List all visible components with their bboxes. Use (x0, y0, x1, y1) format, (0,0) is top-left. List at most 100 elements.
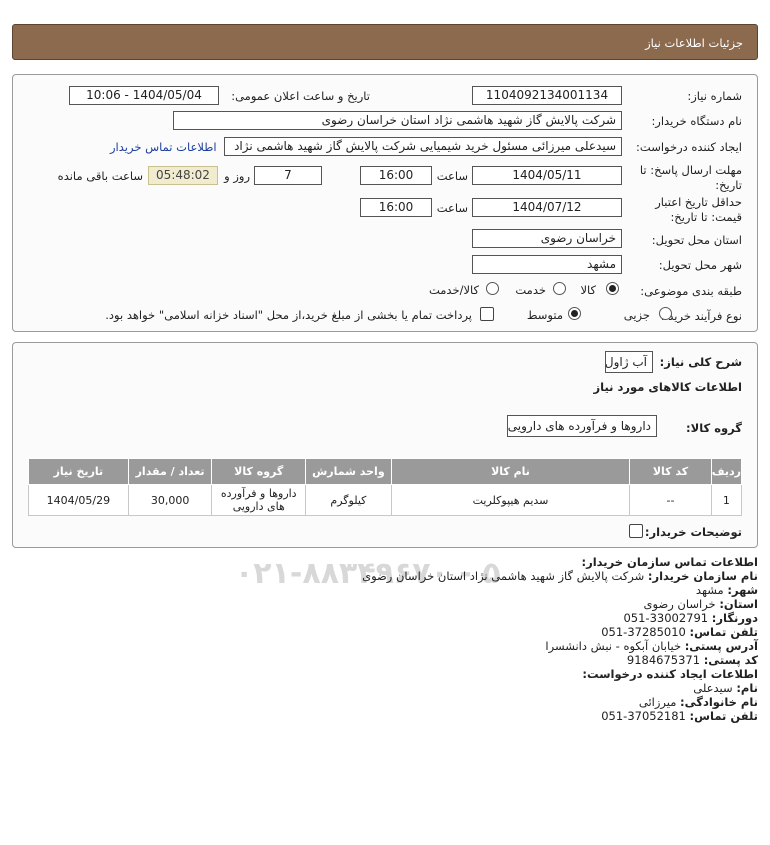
province-field: خراسان رضوی (472, 229, 622, 248)
need-number-field: 1104092134001134 (472, 86, 622, 105)
col-goods-group: گروه کالا (211, 458, 307, 485)
contact-phone-line: تلفن تماس: 051-37285010 (362, 625, 758, 639)
creator-phone-label: تلفن تماس: (689, 709, 758, 723)
contact-phone-label: تلفن تماس: (689, 625, 758, 639)
contact-province: خراسان رضوی (643, 597, 716, 611)
creator-label: ایجاد کننده درخواست: (636, 140, 742, 154)
creator-family: میرزائی (638, 695, 677, 709)
process-option-minor: جزیی (623, 308, 650, 322)
deadline-label-2: تاریخ: (715, 178, 742, 192)
category-radio-service[interactable] (553, 282, 566, 295)
creator-name-label: نام: (736, 681, 758, 695)
goods-table-header: ردیف کد کالا نام کالا واحد شمارش گروه کا… (28, 458, 743, 485)
treasury-payment-note: پرداخت تمام یا بخشی از مبلغ خرید،از محل … (105, 308, 472, 322)
cell-row-number: 1 (710, 484, 743, 516)
col-quantity: تعداد / مقدار (127, 458, 213, 485)
validity-label-1: حداقل تاریخ اعتبار (655, 195, 742, 209)
contact-address: خیابان آبکوه - نبش دانشسرا (545, 639, 682, 653)
cell-need-date: 1404/05/29 (28, 484, 129, 516)
deadline-time-field: 16:00 (360, 166, 432, 185)
goods-info-title: اطلاعات کالاهای مورد نیاز (593, 380, 742, 394)
goods-group-field: داروها و فرآورده های دارویی (507, 415, 657, 437)
contact-postal-label: کد پستی: (703, 653, 758, 667)
category-radio-goods-service[interactable] (486, 282, 499, 295)
validity-label-2: قیمت: تا تاریخ: (670, 210, 742, 224)
remaining-timer: 05:48:02 (148, 166, 218, 185)
contact-city-label: شهر: (727, 583, 758, 597)
creator-family-label: نام خانوادگی: (680, 695, 758, 709)
page-header: جزئیات اطلاعات نیاز (12, 24, 758, 60)
buyer-contact-link[interactable]: اطلاعات تماس خریدار (110, 140, 217, 154)
category-option-goods: کالا (580, 283, 596, 297)
remaining-label: ساعت باقی مانده (57, 169, 143, 183)
announce-label: تاریخ و ساعت اعلان عمومی: (231, 89, 370, 103)
need-number-label: شماره نیاز: (687, 89, 742, 103)
buyer-org-label: نام دستگاه خریدار: (651, 114, 742, 128)
creator-family-line: نام خانوادگی: میرزائی (362, 695, 758, 709)
process-radio-minor[interactable] (659, 307, 672, 320)
col-need-date: تاریخ نیاز (28, 458, 129, 485)
col-goods-name: نام کالا (390, 458, 631, 485)
creator-name: سیدعلی (693, 681, 733, 695)
contact-section: اطلاعات تماس سازمان خریدار: نام سازمان خ… (362, 555, 758, 723)
category-label: طبقه بندی موضوعی: (640, 284, 742, 298)
cell-goods-code: -- (629, 484, 712, 516)
buyer-notes-checkbox[interactable] (629, 524, 643, 538)
col-goods-code: کد کالا (629, 458, 712, 485)
creator-field: سیدعلی میرزائی مسئول خرید شیمیایی شرکت پ… (224, 137, 622, 156)
treasury-payment-checkbox[interactable] (480, 307, 494, 321)
creator-phone: 051-37052181 (601, 709, 686, 723)
summary-field: آب ژاول (605, 351, 653, 373)
process-label: نوع فرآیند خرید : (660, 309, 742, 323)
summary-label: شرح کلی نیاز: (659, 355, 742, 369)
contact-city-line: شهر: مشهد (362, 583, 758, 597)
city-field: مشهد (472, 255, 622, 274)
deadline-label-1: مهلت ارسال پاسخ: تا (639, 163, 742, 177)
cell-quantity: 30,000 (127, 484, 213, 516)
contact-city: مشهد (695, 583, 724, 597)
goods-table: ردیف کد کالا نام کالا واحد شمارش گروه کا… (28, 458, 743, 516)
contact-fax-line: دورنگار: 051-33002791 (362, 611, 758, 625)
days-field: 7 (254, 166, 322, 185)
process-radio-medium[interactable] (568, 307, 581, 320)
contact-org: شرکت پالایش گاز شهید هاشمی نژاد استان خر… (362, 569, 645, 583)
contact-province-line: استان: خراسان رضوی (362, 597, 759, 611)
deadline-time-label: ساعت (436, 169, 468, 183)
creator-name-line: نام: سیدعلی (362, 681, 758, 695)
days-label: روز و (224, 169, 250, 183)
cell-goods-group: داروها و فرآورده های دارویی (211, 484, 307, 516)
category-option-goods-service: کالا/خدمت (428, 283, 479, 297)
contact-fax: 051-33002791 (623, 611, 709, 625)
contact-title-line: اطلاعات تماس سازمان خریدار: (362, 555, 758, 569)
validity-date-field: 1404/07/12 (472, 198, 622, 217)
process-option-medium: متوسط (526, 308, 563, 322)
contact-province-label: استان: (719, 597, 758, 611)
creator-info-title: اطلاعات ایجاد کننده درخواست: (582, 667, 758, 681)
deadline-date-field: 1404/05/11 (472, 166, 622, 185)
buyer-org-field: شرکت پالایش گاز شهید هاشمی نژاد استان خر… (173, 111, 622, 130)
validity-time-label: ساعت (436, 201, 468, 215)
cell-goods-name: سدیم هیپوکلریت (390, 484, 631, 516)
contact-postal-line: کد پستی: 9184675371 (362, 653, 758, 667)
contact-fax-label: دورنگار: (711, 611, 758, 625)
col-row-number: ردیف (710, 458, 743, 485)
col-unit: واحد شمارش (305, 458, 392, 485)
category-option-service: خدمت (515, 283, 546, 297)
city-label: شهر محل تحویل: (658, 258, 742, 272)
contact-postal: 9184675371 (626, 653, 701, 667)
goods-group-label: گروه کالا: (686, 421, 742, 435)
contact-phone: 051-37285010 (601, 625, 686, 639)
announce-field: 1404/05/04 - 10:06 (69, 86, 219, 105)
table-row: 1 -- سدیم هیپوکلریت کیلوگرم داروها و فرآ… (28, 484, 743, 516)
cell-unit: کیلوگرم (305, 484, 392, 516)
validity-time-field: 16:00 (360, 198, 432, 217)
creator-title-line: اطلاعات ایجاد کننده درخواست: (362, 667, 758, 681)
contact-address-line: آدرس پستی: خیابان آبکوه - نبش دانشسرا (362, 639, 758, 653)
contact-org-label: نام سازمان خریدار: (647, 569, 758, 583)
page-title: جزئیات اطلاعات نیاز (645, 36, 743, 50)
buyer-notes-label: توضیحات خریدار: (644, 525, 742, 539)
contact-address-label: آدرس پستی: (684, 639, 758, 653)
category-radio-goods[interactable] (606, 282, 619, 295)
contact-title: اطلاعات تماس سازمان خریدار: (581, 555, 758, 569)
creator-phone-line: تلفن تماس: 051-37052181 (362, 709, 758, 723)
